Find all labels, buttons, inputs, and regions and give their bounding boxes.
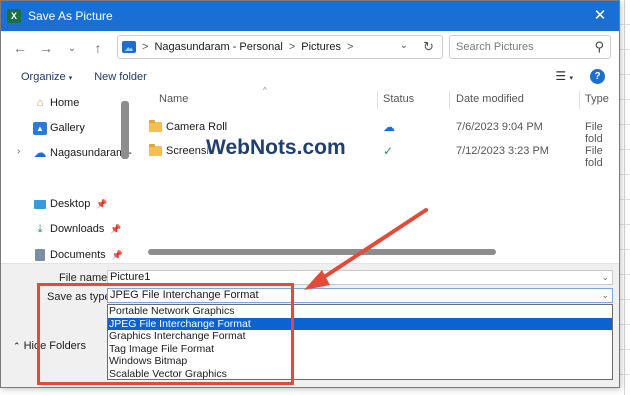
annotation-arrow-shaft <box>316 208 428 283</box>
annotation-arrow <box>304 208 428 290</box>
annotation-arrow-head <box>304 270 330 290</box>
